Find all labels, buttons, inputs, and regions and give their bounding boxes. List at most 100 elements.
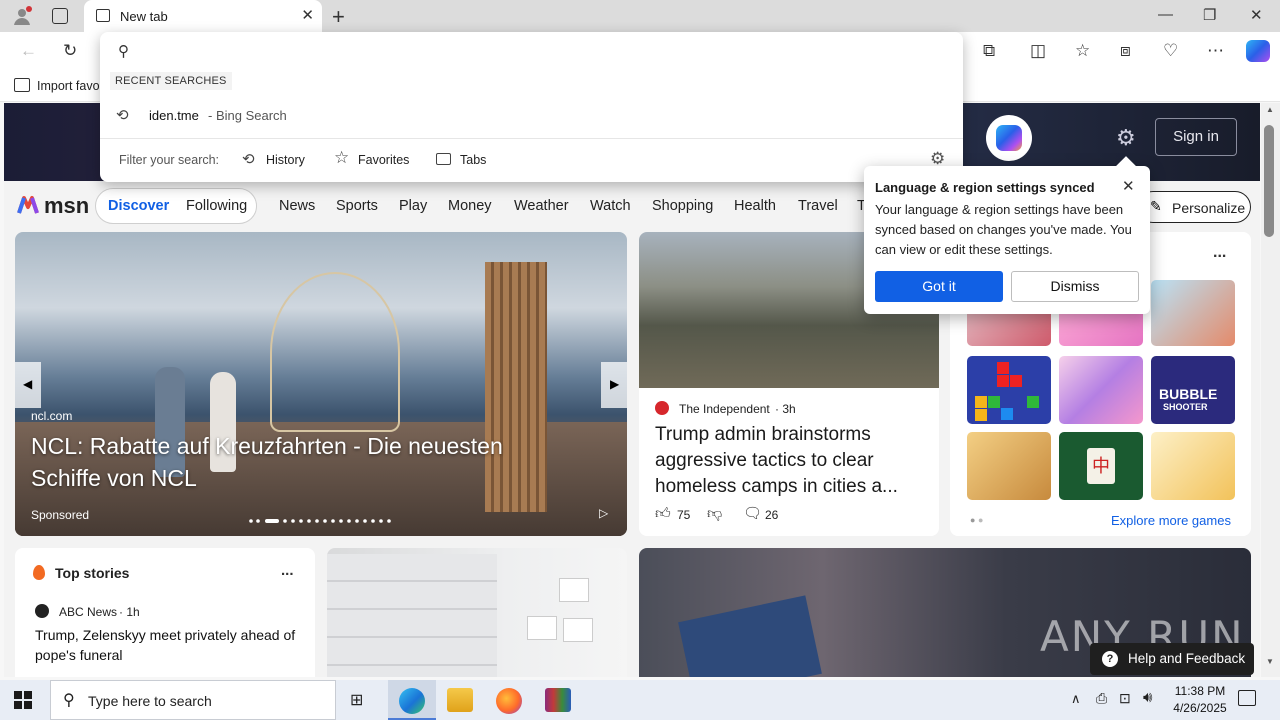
top-story-headline[interactable]: Trump, Zelenskyy meet privately ahead of… [35, 625, 303, 665]
import-favorites-icon[interactable] [14, 78, 30, 92]
scroll-thumb[interactable] [1264, 125, 1274, 237]
tray-device-icon[interactable]: ⎙ [1096, 690, 1107, 707]
nav-weather[interactable]: Weather [514, 198, 569, 214]
scroll-down-icon[interactable]: ▼ [1266, 657, 1274, 666]
popup-close-icon[interactable]: ✕ [1122, 177, 1135, 195]
nav-discover[interactable]: Discover [108, 198, 169, 214]
filter-history[interactable]: ⟲ History [242, 148, 314, 172]
hero-card[interactable]: ◀ ▶ ncl.com NCL: Rabatte auf Kreuzfahrte… [15, 232, 627, 536]
tabs-icon [436, 153, 451, 165]
game-tile-3[interactable] [1151, 280, 1235, 346]
promo-card-garage[interactable] [327, 548, 627, 677]
copilot-icon[interactable] [1246, 40, 1270, 62]
tab-title: New tab [120, 9, 168, 24]
sign-in-button[interactable]: Sign in [1155, 118, 1237, 156]
tab-close-icon[interactable]: ✕ [301, 6, 314, 24]
msn-logo-text: msn [44, 193, 90, 218]
flame-icon [33, 565, 45, 580]
story-title[interactable]: Trump admin brainstorms aggressive tacti… [655, 422, 930, 500]
top-stories-menu-icon[interactable]: ... [281, 562, 294, 579]
tab-new-tab[interactable]: New tab ✕ [84, 0, 322, 32]
taskbar-time[interactable]: 11:38 PM [1169, 684, 1231, 698]
minimize-button[interactable]: — [1158, 6, 1173, 23]
favorites-icon[interactable]: ☆ [1075, 41, 1090, 61]
taskbar-search-box[interactable]: ⚲ Type here to search [50, 680, 336, 720]
nav-play[interactable]: Play [399, 198, 427, 214]
start-button[interactable] [14, 691, 32, 709]
browser-essentials-icon[interactable]: ♡ [1163, 41, 1178, 61]
explore-more-games-link[interactable]: Explore more games [1111, 513, 1231, 528]
comment-count: 26 [765, 508, 779, 522]
like-icon[interactable]: 👍︎ [655, 505, 671, 523]
taskbar-date[interactable]: 4/26/2025 [1165, 701, 1235, 715]
got-it-button[interactable]: Got it [875, 271, 1003, 302]
filter-label: Filter your search: [119, 153, 220, 167]
title-bar: New tab ✕ + — ❐ ✕ [0, 0, 1280, 32]
msn-logo-icon[interactable] [16, 193, 40, 217]
profile-icon[interactable] [12, 6, 32, 26]
tray-network-icon[interactable]: ⊡ [1119, 690, 1131, 707]
back-icon[interactable]: ← [20, 41, 37, 61]
personalize-button[interactable]: ✎ Personalize [1137, 191, 1251, 223]
hero-next-button[interactable]: ▶ [601, 362, 627, 408]
ad-choices-icon[interactable]: ▷ [599, 506, 608, 520]
nav-news[interactable]: News [279, 198, 315, 214]
address-input[interactable] [142, 38, 942, 64]
tab-actions-icon[interactable] [52, 8, 68, 24]
game-tile-bubble-shooter[interactable]: BUBBLE SHOOTER [1151, 356, 1235, 424]
nav-shopping[interactable]: Shopping [652, 198, 713, 214]
hero-prev-button[interactable]: ◀ [15, 362, 41, 408]
carousel-dots[interactable] [248, 512, 398, 523]
game-tile-makeup[interactable] [1059, 356, 1143, 424]
refresh-icon[interactable]: ↻ [63, 41, 77, 61]
recent-search-item[interactable]: ⟲ iden.tme - Bing Search [100, 100, 963, 132]
dismiss-button[interactable]: Dismiss [1011, 271, 1139, 302]
games-menu-icon[interactable]: ... [1213, 244, 1226, 262]
game-tile-mahjong[interactable]: 中 [1059, 432, 1143, 500]
extensions-icon[interactable]: ⧉ [983, 41, 995, 61]
help-label: Help and Feedback [1128, 651, 1246, 666]
scroll-up-icon[interactable]: ▲ [1266, 105, 1274, 114]
page-scrollbar[interactable]: ▲ ▼ [1261, 103, 1280, 677]
story-source: The Independent [679, 402, 770, 416]
nav-money[interactable]: Money [448, 198, 492, 214]
hero-sponsored: Sponsored [31, 508, 90, 522]
new-tab-button[interactable]: + [332, 4, 345, 30]
dislike-icon[interactable]: 👎︎ [707, 505, 722, 523]
filter-tabs-label: Tabs [460, 153, 487, 167]
task-view-icon[interactable]: ⊞ [350, 690, 363, 710]
filter-tabs[interactable]: Tabs [435, 148, 495, 172]
windows-taskbar: ⚲ Type here to search ⊞ ∧ ⎙ ⊡ 🔊︎ 11:38 P… [0, 680, 1280, 720]
copilot-logo-icon[interactable] [986, 115, 1032, 161]
game-tile-block-puzzle[interactable] [967, 356, 1051, 424]
file-explorer-icon[interactable] [447, 688, 473, 712]
nav-watch[interactable]: Watch [590, 198, 631, 214]
language-sync-popup: Language & region settings synced ✕ Your… [864, 156, 1150, 314]
search-icon: ⚲ [118, 43, 129, 60]
import-favorites-link[interactable]: Import favo [37, 79, 100, 93]
game-tile-wood[interactable] [967, 432, 1051, 500]
maximize-button[interactable]: ❐ [1203, 6, 1216, 24]
story-age: · 3h [775, 402, 796, 416]
games-pager-dots[interactable]: ● ● [970, 515, 983, 525]
settings-gear-icon[interactable]: ⚙ [1116, 125, 1136, 151]
more-menu-icon[interactable]: ⋯ [1207, 41, 1224, 61]
filter-favorites[interactable]: ☆ Favorites [334, 148, 414, 172]
split-screen-icon[interactable]: ◫ [1030, 41, 1046, 61]
nav-travel[interactable]: Travel [798, 198, 838, 214]
collections-icon[interactable]: ⧈ [1120, 41, 1131, 61]
nav-following[interactable]: Following [186, 198, 247, 214]
game-tile-cat[interactable] [1151, 432, 1235, 500]
firefox-icon[interactable] [496, 688, 522, 714]
nav-sports[interactable]: Sports [336, 198, 378, 214]
close-window-button[interactable]: ✕ [1250, 6, 1263, 24]
nav-health[interactable]: Health [734, 198, 776, 214]
address-bar-dropdown: ⚲ RECENT SEARCHES ⟲ iden.tme - Bing Sear… [100, 32, 963, 182]
tray-chevron-icon[interactable]: ∧ [1071, 691, 1081, 707]
tray-volume-icon[interactable]: 🔊︎ [1143, 689, 1152, 706]
hero-title[interactable]: NCL: Rabatte auf Kreuzfahrten - Die neue… [31, 430, 571, 494]
notifications-icon[interactable] [1238, 690, 1256, 706]
winrar-icon[interactable] [545, 688, 571, 712]
help-feedback-button[interactable]: ? Help and Feedback [1090, 643, 1254, 675]
comment-icon[interactable]: 🗨︎ [743, 504, 762, 522]
